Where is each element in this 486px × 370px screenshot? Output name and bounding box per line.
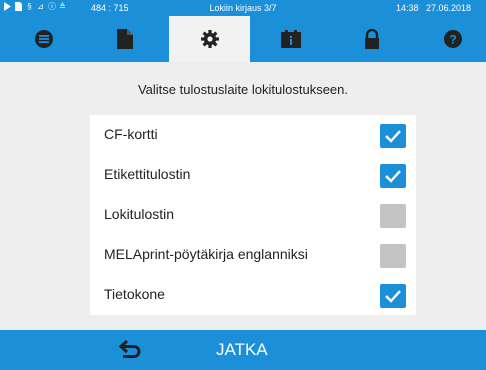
back-button[interactable] (118, 338, 146, 362)
computer-checkbox[interactable] (380, 284, 406, 308)
tab-settings[interactable] (169, 16, 250, 62)
svg-text:?: ? (449, 33, 456, 47)
prompt-text: Valitse tulostuslaite lokitulostukseen. (137, 82, 349, 97)
gear-icon (200, 30, 219, 48)
option-label: Tietokone (104, 286, 165, 302)
continue-button[interactable]: JATKA (216, 340, 268, 360)
label-printer-checkbox[interactable] (380, 164, 406, 188)
checkmark-icon (385, 290, 401, 303)
option-log-printer[interactable]: Lokitulostin (90, 195, 416, 235)
status-bar: § ⊿ ⓘ ≙ 484 : 715 Lokiin kirjaus 3/7 14:… (0, 0, 486, 16)
option-label: Etikettitulostin (104, 166, 191, 182)
lock-icon (364, 29, 380, 49)
document-icon (116, 29, 133, 49)
clock-date: 27.06.2018 (426, 3, 472, 13)
checkmark-icon (385, 130, 401, 143)
back-arrow-icon (118, 339, 144, 364)
cf-card-checkbox[interactable] (380, 124, 406, 148)
menu-list-icon (34, 30, 53, 48)
tab-info[interactable] (250, 16, 331, 62)
tab-menu[interactable] (3, 16, 84, 62)
option-label: Lokitulostin (104, 206, 175, 222)
option-cf-card[interactable]: CF-kortti (90, 115, 416, 155)
help-icon: ? (443, 30, 462, 48)
checkmark-icon (385, 170, 401, 183)
tab-document[interactable] (84, 16, 165, 62)
tab-lock[interactable] (331, 16, 412, 62)
main-panel: Valitse tulostuslaite lokitulostukseen. … (0, 62, 486, 330)
tab-help[interactable]: ? (412, 16, 486, 62)
option-label: CF-kortti (104, 126, 158, 142)
log-printer-checkbox[interactable] (380, 204, 406, 228)
output-device-list: CF-kortti Etikettitulostin Lokitulostin … (90, 115, 416, 315)
melaprint-english-checkbox[interactable] (380, 244, 406, 268)
footer-bar: JATKA (0, 330, 486, 370)
clock-time: 14:38 (396, 3, 419, 13)
info-card-icon (280, 30, 301, 48)
tab-bar: ? (0, 16, 486, 62)
option-melaprint-english[interactable]: MELAprint-pöytäkirja englanniksi (90, 235, 416, 275)
option-computer[interactable]: Tietokone (90, 275, 416, 315)
option-label-printer[interactable]: Etikettitulostin (90, 155, 416, 195)
option-label: MELAprint-pöytäkirja englanniksi (104, 246, 308, 262)
